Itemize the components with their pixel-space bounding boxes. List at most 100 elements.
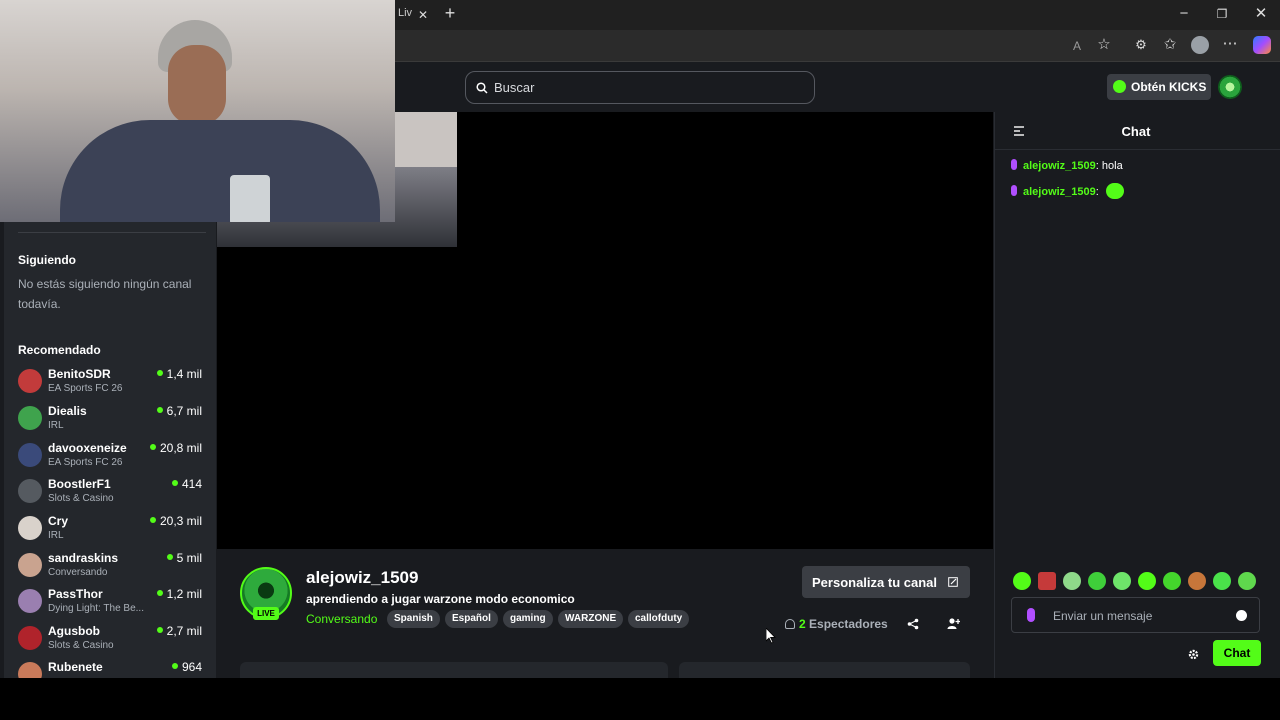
viewer-count-value: 964 [181,660,202,674]
live-dot-icon [156,590,163,596]
viewer-count-value: 5 mil [176,551,202,565]
tag[interactable]: Español [445,610,498,628]
stream-title: aprendiendo a jugar warzone modo economi… [306,592,575,606]
favorite-star-icon[interactable]: ☆ [1094,37,1114,53]
channel-name: Cry [48,514,69,528]
tab-close-icon[interactable]: ✕ [413,7,433,23]
recommended-channel[interactable]: Cry IRL 20,3 mil [18,514,208,548]
recommended-channel[interactable]: PassThor Dying Light: The Be... 1,2 mil [18,587,208,621]
channel-name: Diealis [48,404,87,418]
chat-username[interactable]: alejowiz_1509 [1023,160,1096,172]
mic-badge-icon [1011,185,1017,196]
channel-avatar [18,369,42,393]
external-link-icon [948,577,958,587]
emote-icon[interactable] [1013,572,1031,590]
favorites-icon[interactable]: ✩ [1160,37,1180,53]
mic-icon[interactable] [1027,608,1035,622]
new-tab-button[interactable]: + [440,4,460,22]
channel-category: Slots & Casino [48,640,114,651]
tag[interactable]: Spanish [387,610,440,628]
viewer-count: 414 [171,477,202,491]
viewer-count-value: 1,4 mil [166,367,202,381]
chat-send-button[interactable]: Chat [1213,640,1261,666]
recommended-channel[interactable]: Agusbob Slots & Casino 2,7 mil [18,624,208,658]
emote-icon [1105,183,1124,199]
channel-category: Conversando [48,567,108,578]
channel-name: Agusbob [48,624,100,638]
emote-icon[interactable] [1213,572,1231,590]
chat-message-input[interactable]: Enviar un mensaje [1011,597,1260,633]
chat-username[interactable]: alejowiz_1509 [1023,186,1096,198]
chat-title: Chat [1121,124,1151,139]
webcam-overlay [0,0,395,222]
webcam-person-face [168,45,226,125]
live-dot-icon [171,480,178,486]
tab-title[interactable]: Liv [398,7,412,19]
stream-category[interactable]: Conversando [306,612,377,626]
copilot-icon[interactable] [1253,36,1271,54]
viewer-count-value: 20,3 mil [159,514,202,528]
emote-icon[interactable] [1063,572,1081,590]
user-avatar[interactable] [1218,75,1242,99]
viewer-count-value: 2 [799,617,806,631]
emote-icon[interactable] [1113,572,1131,590]
read-aloud-icon[interactable]: A [1067,38,1087,54]
restore-icon[interactable]: ❐ [1212,6,1232,22]
minimize-icon[interactable]: − [1174,6,1194,22]
recommended-channel[interactable]: davooxeneize EA Sports FC 26 20,8 mil [18,441,208,475]
customize-channel-button[interactable]: Personaliza tu canal [802,566,970,598]
close-window-icon[interactable]: ✕ [1251,6,1271,22]
emote-icon[interactable] [1138,572,1156,590]
get-kicks-button[interactable]: Obtén KICKS [1107,74,1211,100]
viewer-count: 964 [171,660,202,674]
live-dot-icon [156,407,163,413]
profile-icon[interactable] [1191,36,1209,54]
recommended-channel[interactable]: BenitoSDR EA Sports FC 26 1,4 mil [18,367,208,401]
chat-divider [995,149,1280,150]
sidebar-divider [18,232,206,233]
emote-icon[interactable] [1088,572,1106,590]
viewers-icon [785,619,795,629]
channel-name[interactable]: alejowiz_1509 [306,568,418,588]
channel-name: sandraskins [48,551,119,565]
share-icon[interactable] [907,618,919,630]
search-placeholder: Buscar [494,80,535,95]
recommended-channel[interactable]: sandraskins Conversando 5 mil [18,551,208,585]
chat-message: alejowiz_1509: hola [1011,157,1123,175]
viewer-count: 1,4 mil [156,367,202,381]
chat-settings-icon[interactable] [1188,649,1199,660]
channel-avatar [18,443,42,467]
recommended-channel[interactable]: BoostlerF1 Slots & Casino 414 [18,477,208,511]
more-icon[interactable]: ⋯ [1220,36,1240,52]
channel-category: EA Sports FC 26 [48,457,123,468]
viewer-count: 1,2 mil [156,587,202,601]
emoji-picker-icon[interactable] [1236,610,1247,621]
recommended-channel[interactable]: Diealis IRL 6,7 mil [18,404,208,438]
chat-panel: Chat alejowiz_1509: hola alejowiz_1509: … [994,112,1280,678]
following-title: Siguiendo [18,253,76,267]
tag[interactable]: WARZONE [558,610,624,628]
emote-icon[interactable] [1163,572,1181,590]
channel-name: Rubenete [48,660,103,674]
recommended-channel[interactable]: Rubenete 964 [18,660,208,678]
channel-name: BenitoSDR [48,367,111,381]
emote-icon[interactable] [1238,572,1256,590]
viewer-count: 20,3 mil [149,514,202,528]
chat-input-placeholder: Enviar un mensaje [1053,609,1153,623]
channel-avatar [18,626,42,650]
webcam-phone [230,175,270,222]
follow-user-icon[interactable] [947,617,960,630]
tag[interactable]: callofduty [628,610,690,628]
tag[interactable]: gaming [503,610,553,628]
emote-icon[interactable] [1188,572,1206,590]
viewer-count: 20,8 mil [149,441,202,455]
emote-icon[interactable] [1038,572,1056,590]
live-dot-icon [149,517,156,523]
channel-avatar [18,589,42,613]
channel-avatar [18,553,42,577]
channel-avatar [18,406,42,430]
channel-name: BoostlerF1 [48,477,111,491]
channel-avatar [18,516,42,540]
search-input[interactable]: Buscar [465,71,815,104]
extensions-icon[interactable]: ⚙ [1131,37,1151,53]
